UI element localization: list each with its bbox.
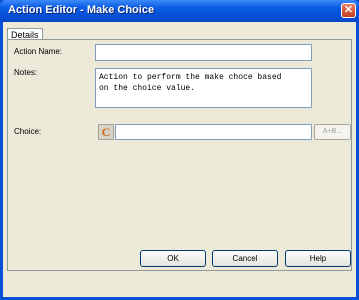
close-button[interactable]: ✕ bbox=[341, 3, 356, 18]
action-name-label: Action Name: bbox=[14, 47, 63, 56]
notes-field[interactable]: Action to perform the make choce based o… bbox=[95, 68, 312, 108]
title-bar[interactable]: Action Editor - Make Choice ✕ bbox=[0, 0, 359, 22]
choice-expression-button[interactable]: A+B... bbox=[314, 124, 351, 140]
notes-label: Notes: bbox=[14, 68, 38, 77]
details-panel: Action Name: Notes: Action to perform th… bbox=[7, 39, 352, 271]
ok-button[interactable]: OK bbox=[140, 250, 206, 267]
help-button[interactable]: Help bbox=[285, 250, 351, 267]
choice-label: Choice: bbox=[14, 127, 42, 136]
tab-strip: Details bbox=[7, 25, 43, 42]
action-name-field[interactable] bbox=[95, 44, 312, 61]
dialog-client-area: Details Action Name: Notes: Action to pe… bbox=[3, 22, 356, 297]
window-title: Action Editor - Make Choice bbox=[8, 4, 155, 16]
action-editor-window: Action Editor - Make Choice ✕ Details Ac… bbox=[0, 0, 359, 300]
choice-field[interactable] bbox=[115, 124, 312, 140]
close-icon: ✕ bbox=[343, 4, 354, 16]
choice-type-icon[interactable]: C bbox=[98, 124, 114, 140]
cancel-button[interactable]: Cancel bbox=[212, 250, 278, 267]
